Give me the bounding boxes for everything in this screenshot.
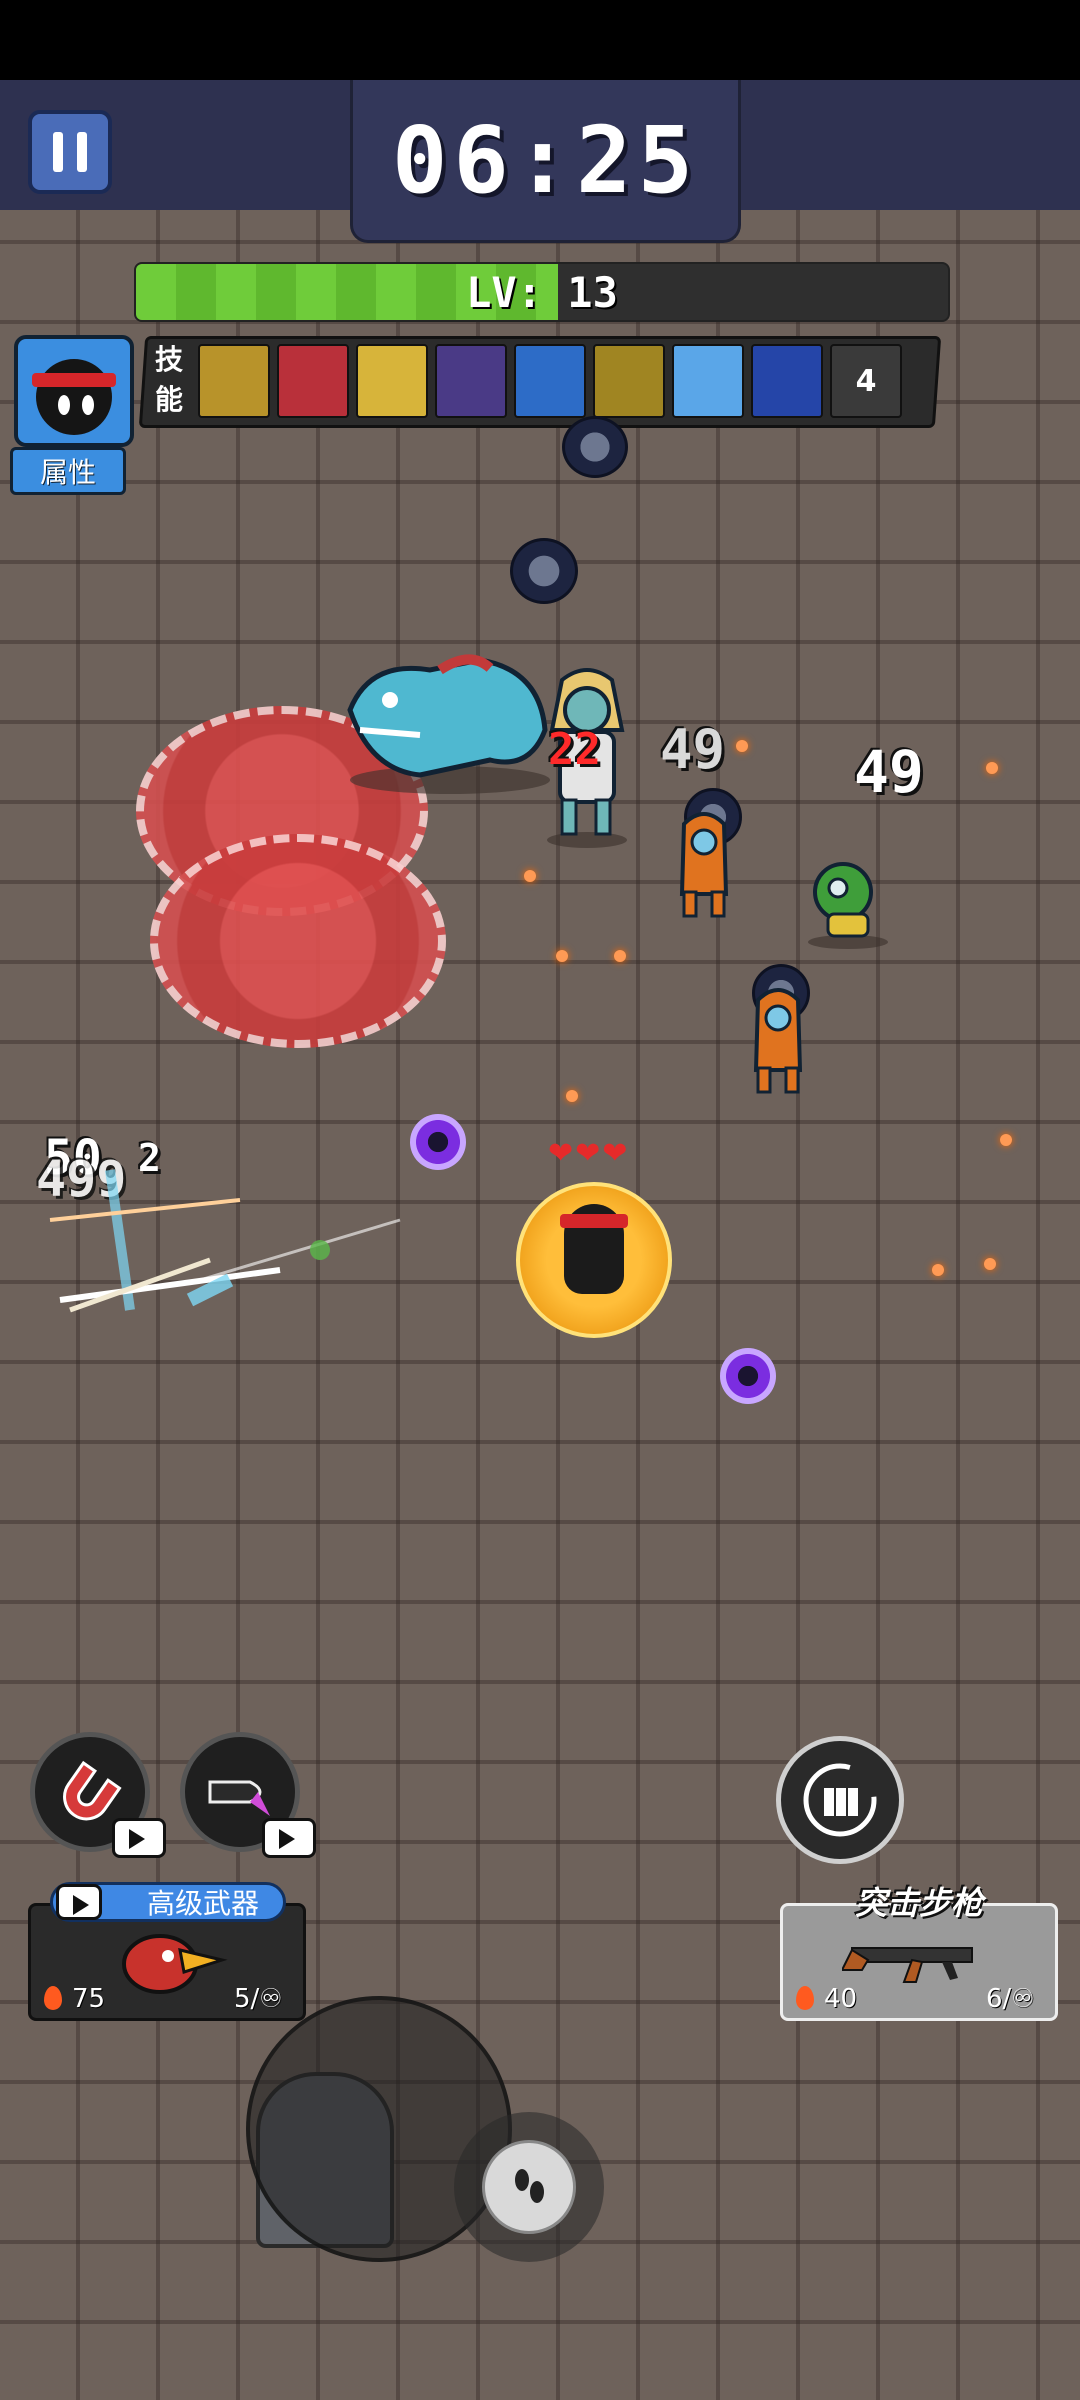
spark	[566, 1090, 578, 1102]
ice-wave-icon	[672, 344, 744, 418]
orange-imp	[679, 812, 729, 918]
spark	[614, 950, 626, 962]
ice-weapon-effect	[49, 1169, 401, 1313]
assault-rifle-ammo: 6/♾	[986, 1984, 1035, 2014]
dark-orb	[510, 538, 578, 604]
orange-imp	[753, 988, 803, 1094]
red-demon-icon	[277, 344, 349, 418]
blue-wolf-boss	[347, 654, 550, 794]
status-bar	[0, 0, 1080, 80]
reload-weapon-button[interactable]	[776, 1736, 904, 1864]
pause-bar-left	[53, 132, 63, 172]
spark	[524, 870, 536, 882]
starburst-icon	[356, 344, 428, 418]
spark	[736, 740, 748, 752]
power-flame-icon	[796, 1986, 814, 2010]
assault-rifle-label: 突击步枪	[854, 1884, 983, 1922]
spark	[932, 1264, 944, 1276]
spark	[984, 1258, 996, 1270]
locked-skill-icon: 4	[830, 344, 902, 418]
purple-rune-icon	[435, 344, 507, 418]
level-bar: LV: 13	[134, 262, 950, 322]
golden-arrows-icon	[593, 344, 665, 418]
green-zombie	[808, 862, 888, 949]
red-aoe-zone	[150, 834, 446, 1048]
advanced-weapon-label-text: 高级武器	[146, 1887, 259, 1920]
blue-shuriken-icon	[751, 344, 823, 418]
video-ad-icon	[56, 1884, 102, 1920]
avatar-headband	[32, 373, 116, 387]
ammo-swap-icon	[803, 1763, 877, 1837]
damage-number: 49	[854, 738, 924, 806]
golden-spikes-icon	[198, 344, 270, 418]
pause-bar-right	[77, 132, 87, 172]
angry-bird-weapon-icon	[122, 1934, 228, 1994]
level-text: LV: 13	[466, 267, 618, 317]
blue-shield-icon	[514, 344, 586, 418]
skills-label-bottom: 能	[154, 383, 183, 416]
avatar-eye-right	[82, 395, 94, 415]
spark	[1000, 1134, 1012, 1146]
skills-label-top: 技	[154, 343, 183, 376]
power-flame-icon	[44, 1986, 62, 2010]
video-ad-icon[interactable]	[112, 1818, 166, 1858]
avatar-eye-left	[58, 395, 70, 415]
spark	[986, 762, 998, 774]
avatar-head	[36, 359, 112, 435]
dark-orb	[562, 416, 628, 478]
skills-label: 技 能	[150, 340, 188, 426]
assault-rifle-power: 40	[824, 1984, 858, 2014]
damage-number: 22	[548, 724, 601, 775]
purple-vortex	[720, 1348, 776, 1404]
attributes-button[interactable]: 属性	[10, 447, 126, 495]
dash-button[interactable]	[482, 2140, 576, 2234]
advanced-weapon-power: 75	[72, 1984, 106, 2014]
footprints-icon	[515, 2169, 544, 2203]
ak-rifle-icon	[842, 1947, 973, 1983]
game-timer: 06:25	[350, 80, 741, 243]
player-hearts: ❤❤❤	[548, 1136, 630, 1171]
pause-button[interactable]	[28, 110, 112, 194]
damage-number: 49	[660, 718, 726, 781]
spark	[556, 950, 568, 962]
advanced-weapon-ammo: 5/♾	[234, 1984, 283, 2014]
player-avatar[interactable]	[14, 335, 134, 447]
player-headband	[560, 1214, 628, 1228]
video-ad-icon[interactable]	[262, 1818, 316, 1858]
